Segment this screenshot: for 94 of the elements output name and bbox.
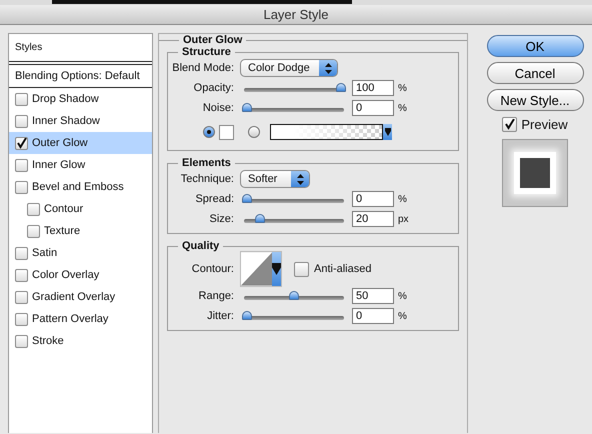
slider[interactable] [242, 194, 346, 204]
input-field[interactable]: 50 [352, 288, 394, 304]
field-label: Contour: [190, 263, 234, 275]
unit-label: % [398, 290, 407, 302]
checkbox[interactable] [15, 246, 28, 260]
checkbox[interactable] [15, 92, 28, 106]
field-label: Spread: [194, 193, 234, 205]
slider-thumb[interactable] [242, 310, 252, 320]
checkbox[interactable] [15, 312, 28, 326]
slider-thumb[interactable] [336, 82, 346, 92]
field-label: Size: [208, 213, 234, 225]
checkbox[interactable] [15, 114, 28, 128]
list-item[interactable]: Color Overlay [9, 264, 152, 286]
contour-picker[interactable] [240, 251, 282, 287]
input-field[interactable]: 0 [352, 191, 394, 207]
dialog-button[interactable]: New Style... [486, 89, 584, 111]
list-item[interactable]: Texture [9, 220, 152, 242]
checkbox-label: Anti-aliased [314, 263, 372, 275]
item-label: Inner Glow [32, 159, 86, 171]
slider[interactable] [242, 214, 346, 224]
item-label: Texture [44, 225, 80, 237]
list-item[interactable]: Inner Shadow [9, 110, 152, 132]
item-label: Color Overlay [32, 269, 100, 281]
slider-thumb[interactable] [242, 102, 252, 112]
group-title: Elements [181, 157, 232, 169]
item-label: Satin [32, 247, 58, 259]
checkbox[interactable] [27, 224, 40, 238]
slider[interactable] [242, 102, 346, 114]
list-item[interactable]: Blending Options: Default [9, 65, 152, 88]
stepper-arrows-icon [324, 62, 332, 74]
radio-button[interactable] [248, 126, 260, 138]
item-label: Bevel and Emboss [32, 181, 124, 193]
dropdown[interactable]: Softer [240, 170, 310, 188]
dropdown-arrow-icon [384, 128, 390, 136]
section-title: Outer Glow [182, 34, 244, 46]
slider[interactable] [242, 82, 346, 94]
list-item[interactable]: Bevel and Emboss [9, 176, 152, 198]
item-label: Drop Shadow [32, 93, 99, 105]
gradient-picker[interactable] [270, 124, 392, 140]
dialog-button[interactable]: Cancel [486, 62, 584, 84]
item-label: Inner Shadow [32, 115, 100, 127]
checkbox[interactable] [15, 180, 28, 194]
list-header: Styles [15, 42, 42, 53]
item-label: Gradient Overlay [32, 291, 116, 303]
checkbox[interactable] [15, 136, 28, 150]
list-item[interactable]: Gradient Overlay [9, 286, 152, 308]
field-label: Range: [198, 290, 234, 302]
checkbox[interactable] [502, 117, 518, 132]
field-label: Opacity: [192, 82, 234, 94]
input-field[interactable]: 0 [352, 100, 394, 116]
slider-thumb[interactable] [242, 194, 252, 202]
radio-button[interactable] [203, 126, 215, 138]
field-label: Noise: [202, 102, 234, 114]
slider-thumb[interactable] [289, 290, 299, 300]
item-label: Contour [44, 203, 84, 215]
dialog-button[interactable]: OK [486, 35, 584, 57]
slider[interactable] [242, 290, 346, 302]
dropdown[interactable]: Color Dodge [240, 59, 338, 77]
color-swatch[interactable] [219, 124, 234, 140]
checkbox[interactable] [15, 334, 28, 348]
field-label: Blend Mode: [171, 62, 234, 74]
group-title: Structure [181, 46, 232, 58]
list-item[interactable]: Outer Glow [9, 132, 152, 154]
list-item[interactable]: Satin [9, 242, 152, 264]
list-item[interactable]: Drop Shadow [9, 88, 152, 110]
preview-swatch [502, 139, 568, 207]
slider-thumb[interactable] [255, 214, 266, 222]
list-item[interactable]: Stroke [9, 330, 152, 352]
group-title: Quality [181, 240, 220, 252]
field-label: Jitter: [206, 310, 234, 322]
window-title: Layer Style [263, 7, 329, 22]
unit-label: px [398, 214, 409, 224]
unit-label: % [398, 310, 407, 322]
checkbox[interactable] [294, 262, 309, 276]
item-label: Stroke [32, 335, 64, 347]
field-label: Technique: [180, 173, 234, 185]
item-label: Pattern Overlay [32, 313, 108, 325]
unit-label: % [398, 194, 407, 204]
stepper-arrows-icon [296, 174, 304, 184]
unit-label: % [398, 102, 407, 114]
list-item[interactable]: Pattern Overlay [9, 308, 152, 330]
checkbox[interactable] [15, 290, 28, 304]
input-field[interactable]: 0 [352, 308, 394, 324]
item-label: Outer Glow [32, 137, 88, 149]
checkbox[interactable] [15, 268, 28, 282]
unit-label: % [398, 82, 407, 94]
input-field[interactable]: 100 [352, 80, 394, 96]
input-field[interactable]: 20 [352, 211, 394, 227]
slider[interactable] [242, 310, 346, 322]
list-item[interactable]: Contour [9, 198, 152, 220]
list-item[interactable]: Inner Glow [9, 154, 152, 176]
checkbox[interactable] [15, 158, 28, 172]
checkbox[interactable] [27, 202, 40, 216]
checkbox-label: Preview [521, 117, 568, 132]
